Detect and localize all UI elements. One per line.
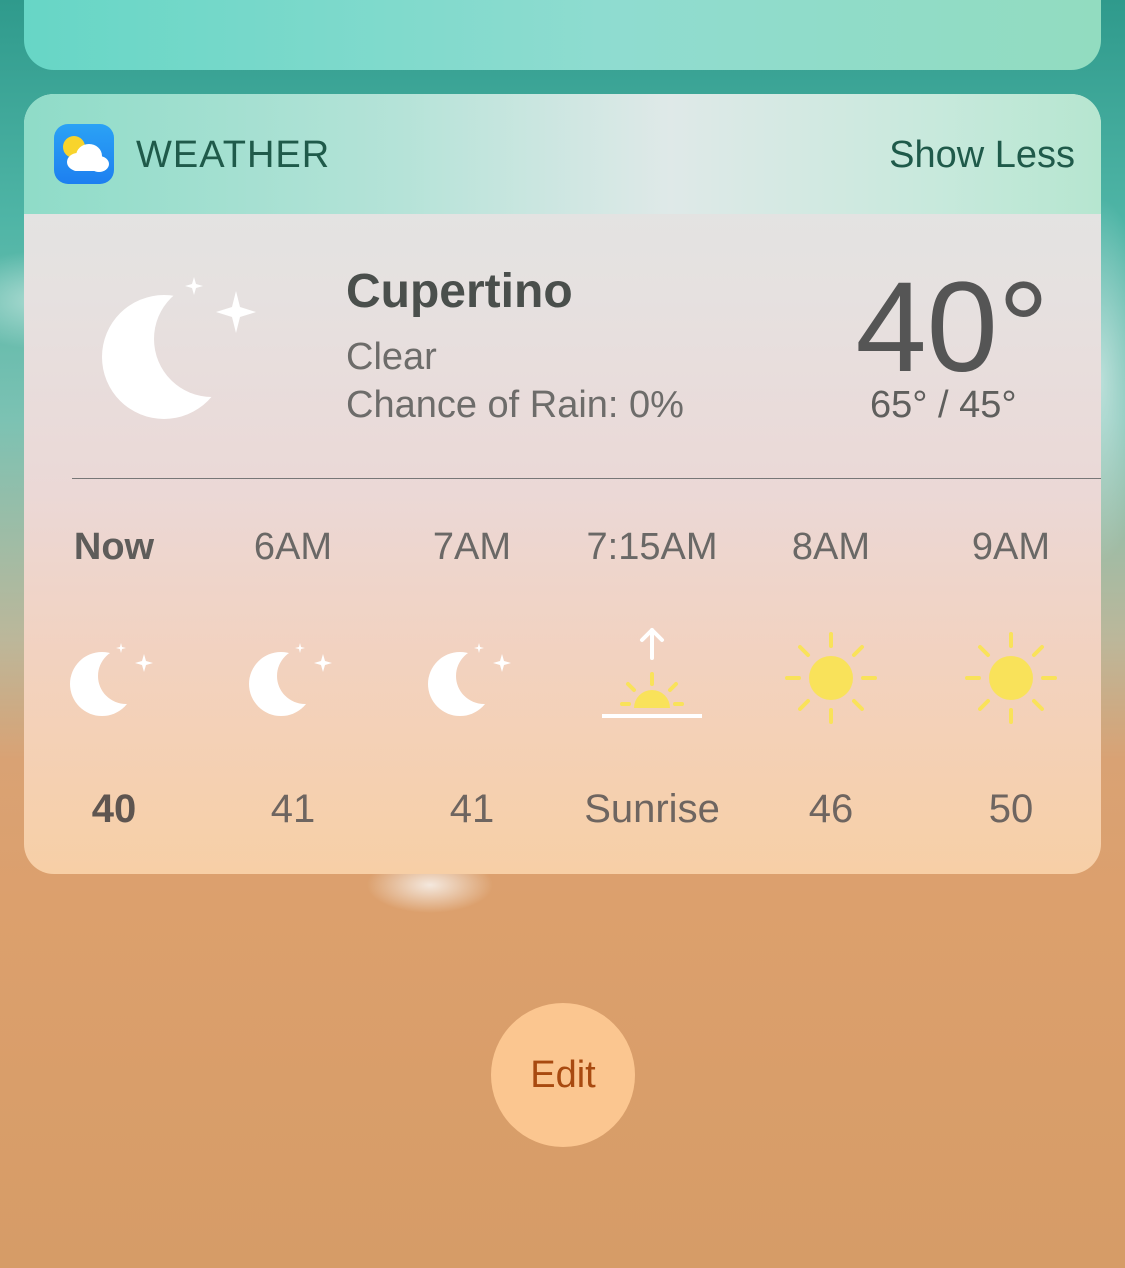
weather-widget[interactable]: WEATHER Show Less Cupertino Clear Chance… — [24, 94, 1101, 874]
hourly-forecast-item: 8AM 46 — [741, 524, 921, 844]
hour-temperature: 50 — [988, 787, 1034, 831]
show-less-button[interactable]: Show Less — [889, 132, 1075, 178]
weather-app-icon — [54, 124, 114, 184]
city-name: Cupertino — [346, 265, 573, 318]
hour-label: 7AM — [432, 526, 512, 568]
divider — [72, 478, 1101, 479]
hour-label: 7:15AM — [586, 526, 718, 568]
hour-label: 8AM — [791, 526, 871, 568]
sun-icon — [961, 624, 1061, 724]
weather-condition: Clear — [346, 336, 437, 378]
widget-header: WEATHER Show Less — [24, 94, 1101, 214]
moon-stars-icon — [94, 264, 274, 424]
hour-label: 9AM — [971, 526, 1051, 568]
sunrise-icon — [602, 624, 702, 724]
current-temperature: 40° — [855, 256, 1049, 399]
hour-label: 6AM — [253, 526, 333, 568]
hourly-forecast-item: 7:15AM Sunrise — [562, 524, 742, 844]
moon-stars-icon — [243, 624, 343, 724]
hour-temperature: 40 — [91, 787, 137, 831]
hourly-forecast-item: 7AM 41 — [382, 524, 562, 844]
sun-icon — [781, 624, 881, 724]
moon-stars-icon — [422, 624, 522, 724]
previous-widget[interactable] — [24, 0, 1101, 70]
hour-label: Now — [73, 526, 155, 568]
edit-button[interactable]: Edit — [491, 1003, 635, 1147]
hourly-forecast-item: 6AM 41 — [203, 524, 383, 844]
hour-temperature: 46 — [808, 787, 854, 831]
hourly-forecast-item: 9AM 50 — [921, 524, 1101, 844]
high-low-temperature: 65° / 45° — [870, 384, 1017, 426]
chance-of-rain: Chance of Rain: 0% — [346, 384, 684, 426]
moon-stars-icon — [64, 624, 164, 724]
hour-temperature: 41 — [449, 787, 495, 831]
hour-temperature: 41 — [270, 787, 316, 831]
widget-title: WEATHER — [136, 134, 331, 176]
hourly-forecast-item: Now 40 — [24, 524, 204, 844]
hour-temperature: Sunrise — [584, 787, 720, 831]
